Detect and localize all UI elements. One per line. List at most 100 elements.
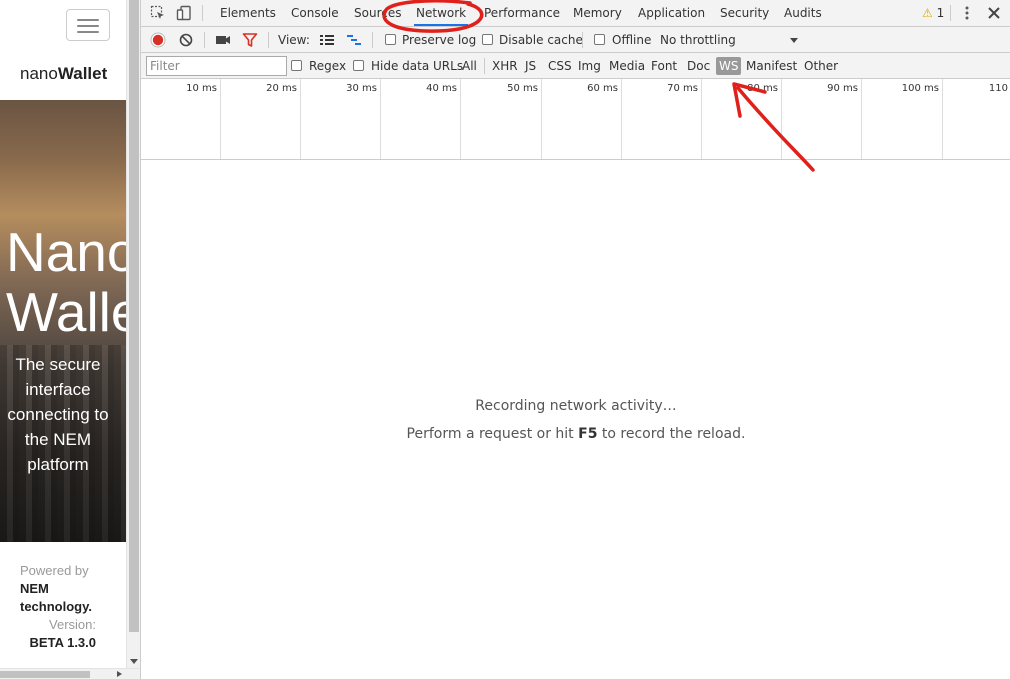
disable-cache-checkbox[interactable]: [482, 34, 493, 45]
divider: [372, 32, 373, 48]
filter-type-manifest[interactable]: Manifest: [743, 57, 800, 75]
filter-type-doc[interactable]: Doc: [684, 57, 713, 75]
tick-label: 40 ms: [426, 83, 457, 94]
tick-label: 50 ms: [507, 83, 538, 94]
brand-logo[interactable]: nanoWallet: [20, 64, 107, 84]
hero-title: Nano Wallet: [6, 222, 126, 342]
hide-data-urls-checkbox[interactable]: [353, 60, 364, 71]
scrollbar-thumb[interactable]: [0, 671, 90, 678]
scrollbar-thumb[interactable]: [129, 0, 139, 632]
powered-name[interactable]: NEM technology.: [20, 581, 92, 614]
version-value: BETA 1.3.0: [29, 635, 96, 650]
device-toolbar-icon[interactable]: [176, 5, 192, 21]
tab-memory[interactable]: Memory: [573, 0, 622, 26]
hero-title-line2: Wallet: [6, 281, 126, 343]
timeline-tick: 90 ms: [782, 79, 862, 159]
devtools-panel: Elements Console Sources Network Perform…: [140, 0, 1010, 679]
scroll-right-arrow-icon[interactable]: [117, 671, 122, 677]
tab-security[interactable]: Security: [720, 0, 769, 26]
tab-console[interactable]: Console: [291, 0, 339, 26]
hamburger-bar: [77, 25, 99, 27]
timeline-tick: 30 ms: [301, 79, 381, 159]
chevron-down-icon[interactable]: [786, 32, 802, 48]
divider: [268, 32, 269, 48]
app-horizontal-scrollbar[interactable]: [0, 668, 140, 679]
scroll-down-arrow-icon[interactable]: [130, 659, 138, 664]
offline-label[interactable]: Offline: [612, 33, 651, 47]
filter-icon[interactable]: [242, 32, 258, 48]
offline-checkbox[interactable]: [594, 34, 605, 45]
throttling-select[interactable]: No throttling: [660, 33, 736, 47]
filter-type-media[interactable]: Media: [606, 57, 648, 75]
devtools-tab-bar: Elements Console Sources Network Perform…: [141, 0, 1010, 27]
hint-after: to record the reload.: [601, 426, 746, 442]
tick-label: 100 ms: [901, 83, 939, 94]
tick-label: 30 ms: [346, 83, 377, 94]
tab-audits[interactable]: Audits: [784, 0, 822, 26]
tick-label: 70 ms: [667, 83, 698, 94]
regex-checkbox[interactable]: [291, 60, 302, 71]
tick-label: 60 ms: [587, 83, 618, 94]
tick-label: 10 ms: [186, 83, 217, 94]
tick-label: 90 ms: [827, 83, 858, 94]
powered-prefix: Powered by: [20, 563, 89, 578]
filter-type-js[interactable]: JS: [522, 57, 539, 75]
filter-input[interactable]: [146, 56, 287, 76]
tab-application[interactable]: Application: [638, 0, 705, 26]
large-request-rows-icon[interactable]: [319, 32, 335, 48]
timeline-overview[interactable]: 10 ms 20 ms 30 ms 40 ms 50 ms 60 ms 70 m…: [141, 79, 1010, 160]
divider: [950, 5, 951, 21]
clear-icon[interactable]: [178, 32, 194, 48]
app-vertical-scrollbar[interactable]: [126, 0, 140, 668]
preserve-log-label[interactable]: Preserve log: [402, 33, 476, 47]
filter-type-css[interactable]: CSS: [545, 57, 575, 75]
timeline-tick: 20 ms: [221, 79, 301, 159]
filter-type-font[interactable]: Font: [648, 57, 680, 75]
filter-type-ws[interactable]: WS: [716, 57, 742, 75]
hero-title-line1: Nano: [6, 221, 126, 283]
overview-waterfall-icon[interactable]: [346, 32, 362, 48]
disable-cache-label[interactable]: Disable cache: [499, 33, 583, 47]
tab-sources[interactable]: Sources: [354, 0, 401, 26]
tab-network[interactable]: Network: [413, 0, 469, 26]
filter-type-other[interactable]: Other: [801, 57, 841, 75]
filter-type-xhr[interactable]: XHR: [489, 57, 521, 75]
hamburger-bar: [77, 31, 99, 33]
close-devtools-icon[interactable]: [986, 5, 1002, 21]
preserve-log-checkbox[interactable]: [385, 34, 396, 45]
filter-bar: Regex Hide data URLs All XHR JS CSS Img …: [141, 53, 1010, 79]
filter-type-img[interactable]: Img: [575, 57, 604, 75]
nanowallet-app-pane: nanoWallet Nano Wallet The secure interf…: [0, 0, 126, 668]
empty-state-hint: Perform a request or hit F5 to record th…: [141, 426, 1010, 442]
network-toolbar: View: Preserve log Disable cache Offline…: [141, 27, 1010, 53]
divider: [484, 58, 485, 74]
divider: [204, 32, 205, 48]
capture-screenshots-icon[interactable]: [215, 32, 231, 48]
timeline-tick: 100 ms: [863, 79, 943, 159]
hero-banner: Nano Wallet The secure interface connect…: [0, 100, 126, 542]
timeline-tick: 110: [943, 79, 1010, 159]
tab-performance[interactable]: Performance: [484, 0, 560, 26]
filter-type-all[interactable]: All: [459, 57, 480, 75]
more-options-icon[interactable]: [959, 5, 975, 21]
hide-data-urls-label[interactable]: Hide data URLs: [371, 59, 463, 73]
timeline-tick: 50 ms: [462, 79, 542, 159]
warning-counter[interactable]: ⚠ 1: [922, 6, 944, 20]
view-label: View:: [278, 33, 310, 47]
warning-icon: ⚠: [922, 6, 933, 20]
brand-light: nano: [20, 64, 58, 83]
tab-elements[interactable]: Elements: [220, 0, 276, 26]
brand-bold: Wallet: [57, 64, 108, 83]
timeline-tick: 10 ms: [141, 79, 221, 159]
tick-label: 110: [988, 83, 1008, 94]
record-icon[interactable]: [150, 32, 166, 48]
inspect-element-icon[interactable]: [150, 5, 166, 21]
regex-label[interactable]: Regex: [309, 59, 346, 73]
network-request-area: Recording network activity… Perform a re…: [141, 160, 1010, 679]
hamburger-menu-button[interactable]: [66, 9, 110, 41]
version-info: Version: BETA 1.3.0: [20, 616, 96, 652]
warning-count: 1: [936, 6, 945, 20]
hamburger-bar: [77, 19, 99, 21]
version-label: Version:: [49, 617, 96, 632]
hero-subtitle: The secure interface connecting to the N…: [7, 355, 109, 474]
